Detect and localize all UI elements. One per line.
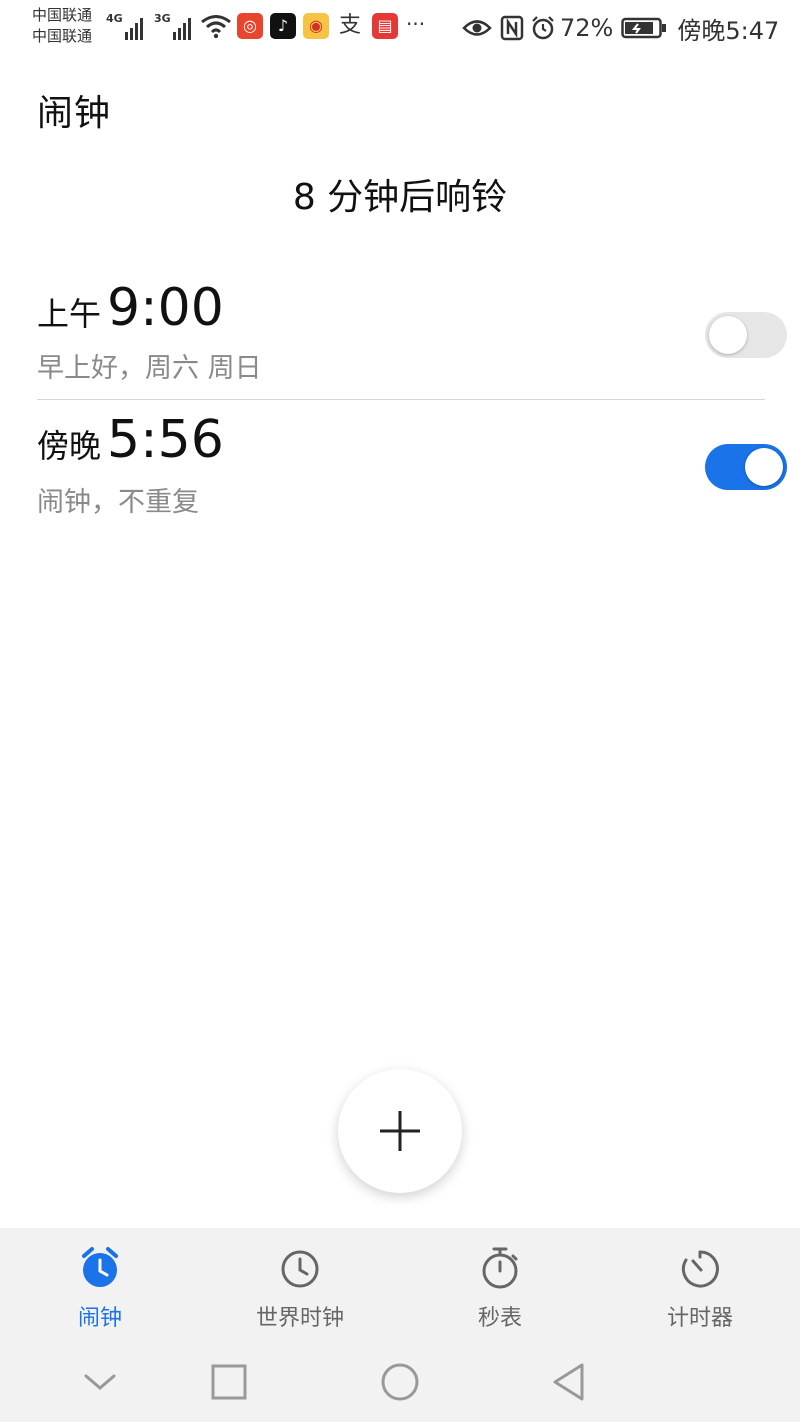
bottom-tab-bar: 闹钟 世界时钟 秒表 计时器 bbox=[0, 1228, 800, 1340]
page-title: 闹钟 bbox=[37, 93, 112, 134]
battery-percent: 72% bbox=[560, 14, 614, 42]
eye-comfort-icon bbox=[462, 20, 492, 36]
add-alarm-button[interactable] bbox=[338, 1069, 462, 1193]
signal-1-type: 4G bbox=[106, 12, 123, 25]
back-chevron-icon[interactable] bbox=[76, 1358, 124, 1406]
status-bar: 中国联通 中国联通 4G 3G ◎ ♪ ◉ 支 ▤ ··· 72% 傍晚5:47 bbox=[0, 0, 800, 56]
alarm-toggle-off[interactable] bbox=[705, 312, 787, 358]
tab-stopwatch[interactable]: 秒表 bbox=[400, 1228, 600, 1340]
signal-2-type: 3G bbox=[154, 12, 171, 25]
next-ring-label: 8 分钟后响铃 bbox=[292, 177, 508, 218]
alarm-time: 9:00 bbox=[107, 278, 224, 338]
status-right-group: 72% 傍晚5:47 bbox=[462, 10, 779, 46]
timer-icon bbox=[681, 1250, 719, 1288]
battery-charging-icon bbox=[621, 17, 667, 39]
signal-4g-icon: 4G bbox=[106, 12, 145, 40]
nfc-icon bbox=[500, 15, 524, 41]
tiktok-icon: ♪ bbox=[270, 13, 296, 39]
tab-label: 闹钟 bbox=[77, 1306, 122, 1331]
alarm-item[interactable]: 傍晚 5:56 闹钟，不重复 bbox=[37, 400, 765, 533]
tab-timer[interactable]: 计时器 bbox=[600, 1228, 800, 1340]
more-indicator: ··· bbox=[406, 12, 426, 36]
wifi-icon bbox=[201, 15, 231, 39]
alarm-clock-icon bbox=[82, 1247, 118, 1287]
toggle-knob bbox=[745, 448, 783, 486]
reader-icon: ▤ bbox=[372, 13, 398, 39]
world-clock-icon bbox=[281, 1250, 319, 1288]
recent-apps-icon[interactable] bbox=[205, 1358, 253, 1406]
alipay-icon: 支 bbox=[338, 13, 361, 38]
alarm-time: 5:56 bbox=[107, 410, 224, 470]
alarm-period: 傍晚 bbox=[37, 427, 102, 465]
alarm-status-icon bbox=[532, 16, 554, 40]
system-nav-bar bbox=[0, 1340, 800, 1422]
plus-icon bbox=[380, 1111, 420, 1151]
signal-3g-icon: 3G bbox=[154, 12, 193, 40]
alarm-toggle-on[interactable] bbox=[705, 444, 787, 490]
carrier-2-label: 中国联通 bbox=[32, 27, 93, 45]
back-triangle-icon[interactable] bbox=[546, 1358, 594, 1406]
tab-alarm[interactable]: 闹钟 bbox=[0, 1228, 200, 1340]
weibo-icon: ◉ bbox=[303, 13, 329, 39]
app-red-icon: ◎ bbox=[237, 13, 263, 39]
tab-label: 秒表 bbox=[477, 1306, 522, 1331]
carrier-labels: 中国联通 中国联通 bbox=[32, 5, 92, 47]
alarm-period: 上午 bbox=[37, 295, 102, 333]
clock-app-screen: 中国联通 中国联通 4G 3G ◎ ♪ ◉ 支 ▤ ··· 72% 傍晚5:47… bbox=[0, 0, 800, 1422]
alarm-time-row: 傍晚 5:56 bbox=[37, 410, 224, 470]
stopwatch-icon bbox=[482, 1247, 518, 1289]
status-time: 傍晚5:47 bbox=[677, 16, 780, 45]
toggle-knob bbox=[709, 316, 747, 354]
carrier-1-label: 中国联通 bbox=[32, 6, 93, 24]
alarm-time-row: 上午 9:00 bbox=[37, 278, 224, 338]
tab-label: 计时器 bbox=[666, 1306, 733, 1331]
tab-label: 世界时钟 bbox=[255, 1306, 344, 1331]
home-circle-icon[interactable] bbox=[376, 1358, 424, 1406]
alarm-item[interactable]: 上午 9:00 早上好，周六 周日 bbox=[37, 266, 765, 400]
alarm-subtitle: 闹钟，不重复 bbox=[37, 487, 199, 518]
alarm-subtitle: 早上好，周六 周日 bbox=[37, 353, 262, 384]
tab-world-clock[interactable]: 世界时钟 bbox=[200, 1228, 400, 1340]
